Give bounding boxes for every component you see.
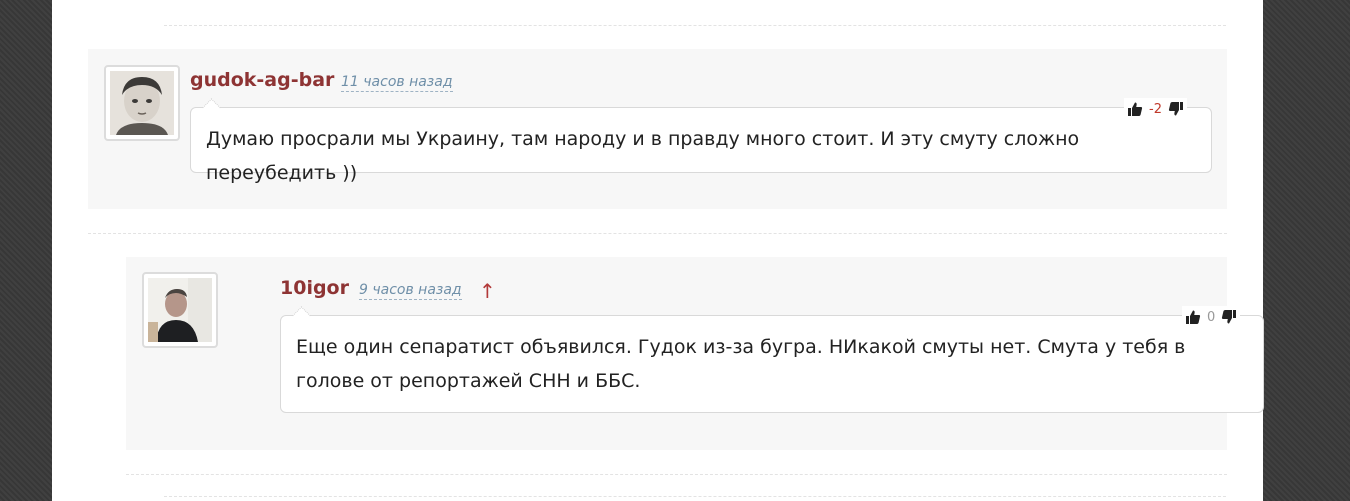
thumbs-up-icon[interactable]	[1185, 309, 1201, 325]
thumbs-up-icon[interactable]	[1127, 101, 1143, 117]
vote-score: -2	[1149, 101, 1162, 117]
avatar[interactable]	[142, 272, 218, 348]
avatar-photo	[148, 278, 212, 342]
comment-text: Думаю просрали мы Украину, там народу и …	[206, 128, 1080, 184]
comment-separator	[164, 25, 1226, 26]
parent-comment-link[interactable]: ↑	[479, 281, 496, 301]
comment-timestamp[interactable]: 11 часов назад	[341, 73, 453, 92]
thumbs-down-icon[interactable]	[1221, 309, 1237, 325]
thumbs-down-icon[interactable]	[1168, 101, 1184, 117]
comment-timestamp[interactable]: 9 часов назад	[359, 281, 462, 300]
vote-controls: -2	[1124, 98, 1187, 120]
bubble-tail	[202, 98, 221, 117]
vote-score: 0	[1207, 309, 1216, 325]
comment-item: gudok-ag-bar 11 часов назад Думаю просра…	[88, 49, 1227, 209]
comment-separator	[164, 496, 1226, 497]
vote-controls: 0	[1182, 306, 1241, 328]
comment-separator	[88, 233, 1227, 234]
comment-item-reply: 10igor 9 часов назад ↑ Еще один сепарати…	[126, 257, 1264, 450]
comment-author[interactable]: 10igor	[280, 277, 349, 299]
comment-bubble: Думаю просрали мы Украину, там народу и …	[190, 98, 1212, 184]
avatar-photo	[110, 71, 174, 135]
comments-panel: gudok-ag-bar 11 часов назад Думаю просра…	[52, 0, 1264, 501]
comment-text: Еще один сепаратист объявился. Гудок из-…	[296, 336, 1186, 392]
comment-bubble: Еще один сепаратист объявился. Гудок из-…	[280, 306, 1264, 413]
avatar[interactable]	[104, 65, 180, 141]
comment-author[interactable]: gudok-ag-bar	[190, 69, 334, 91]
comment-separator	[126, 474, 1227, 475]
bubble-tail	[292, 306, 311, 325]
